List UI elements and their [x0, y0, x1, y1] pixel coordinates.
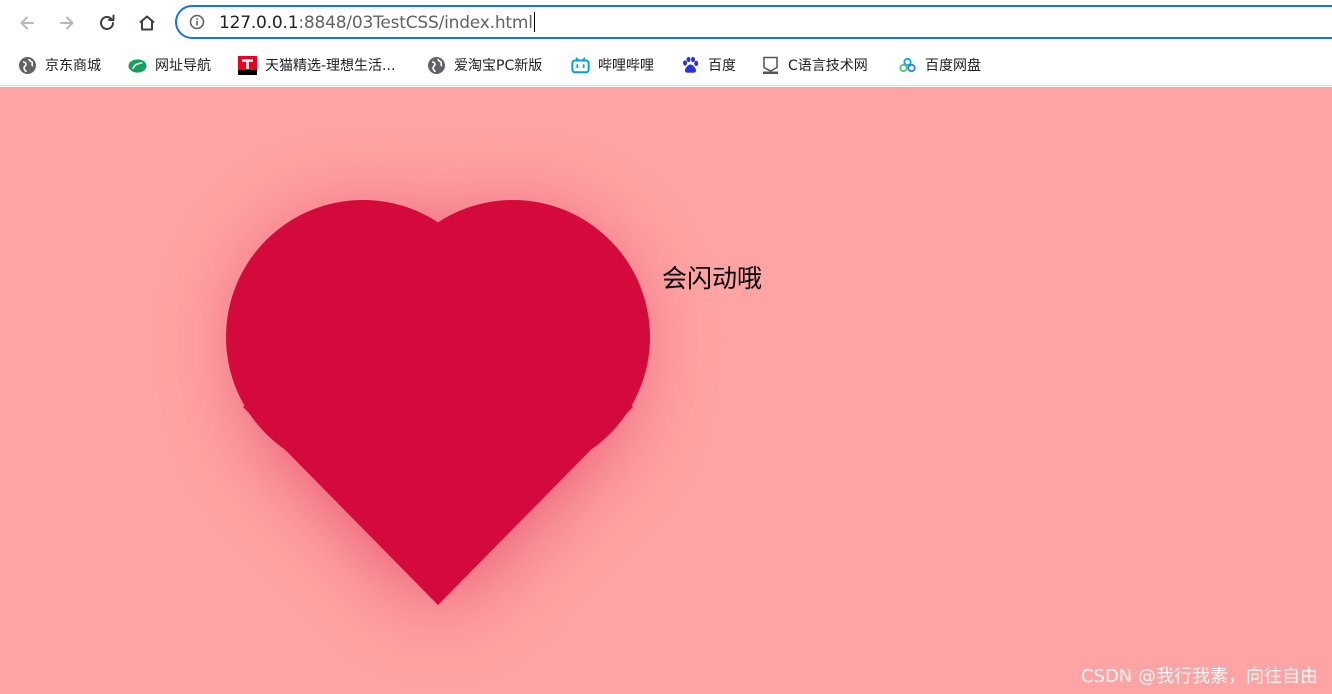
- cloud-icon: [898, 56, 917, 75]
- bookmark-baidupan[interactable]: 百度网盘: [898, 46, 981, 84]
- info-icon[interactable]: [189, 14, 205, 30]
- back-button[interactable]: [12, 8, 42, 38]
- browser-toolbar: 127.0.0.1:8848/03TestCSS/index.html: [0, 0, 1332, 46]
- bilibili-icon: [571, 56, 590, 75]
- url-host: 127.0.0.1: [219, 13, 299, 33]
- bookmark-nav[interactable]: 网址导航: [128, 46, 211, 84]
- bookmark-tmall[interactable]: 天猫精选-理想生活...: [238, 46, 395, 84]
- reload-button[interactable]: [92, 8, 122, 38]
- home-button[interactable]: [132, 8, 162, 38]
- bookmark-baidu[interactable]: 百度: [681, 46, 736, 84]
- bookmark-label: 百度: [708, 58, 736, 74]
- page-content: 会闪动哦 CSDN @我行我素，向往自由: [0, 87, 1332, 694]
- bookmark-label: 天猫精选-理想生活...: [265, 58, 396, 74]
- reload-icon: [100, 14, 115, 30]
- text-caret: [533, 12, 535, 32]
- bookmarks-bar: 京东商城 网址导航 天猫精选-理想生活... 爱淘宝PC新版 哔哩哔哩 百度 C…: [0, 46, 1332, 86]
- baidu-paw-icon: [681, 56, 700, 75]
- bookmark-label: 爱淘宝PC新版: [454, 58, 543, 74]
- tmall-icon: [238, 55, 257, 75]
- watermark: CSDN @我行我素，向往自由: [1080, 666, 1318, 687]
- address-bar[interactable]: 127.0.0.1:8848/03TestCSS/index.html: [175, 5, 1332, 39]
- home-icon: [139, 15, 155, 31]
- heart-icon: [226, 200, 650, 607]
- arrow-left-icon: [20, 16, 34, 30]
- forward-button[interactable]: [52, 8, 82, 38]
- bookmark-label: 哔哩哔哩: [598, 58, 654, 74]
- globe-icon: [427, 56, 446, 75]
- arrow-right-icon: [60, 16, 74, 30]
- bookmark-label: 百度网盘: [925, 58, 981, 74]
- bookmark-label: C语言技术网: [788, 58, 868, 74]
- bookmark-clang[interactable]: C语言技术网: [761, 46, 868, 84]
- flash-text: 会闪动哦: [662, 264, 763, 293]
- leaf-icon: [128, 56, 147, 75]
- bookmark-bilibili[interactable]: 哔哩哔哩: [571, 46, 654, 84]
- url-text[interactable]: 127.0.0.1:8848/03TestCSS/index.html: [219, 12, 535, 33]
- browser-window: 127.0.0.1:8848/03TestCSS/index.html 京东商城…: [0, 0, 1332, 694]
- bookmark-aitaobao[interactable]: 爱淘宝PC新版: [427, 46, 542, 84]
- bookmark-jd[interactable]: 京东商城: [18, 46, 101, 84]
- bookmark-label: 京东商城: [45, 58, 101, 74]
- bookmark-label: 网址导航: [155, 58, 211, 74]
- url-path: :8848/03TestCSS/index.html: [298, 13, 533, 33]
- globe-icon: [18, 56, 37, 75]
- shield-icon: [761, 56, 780, 75]
